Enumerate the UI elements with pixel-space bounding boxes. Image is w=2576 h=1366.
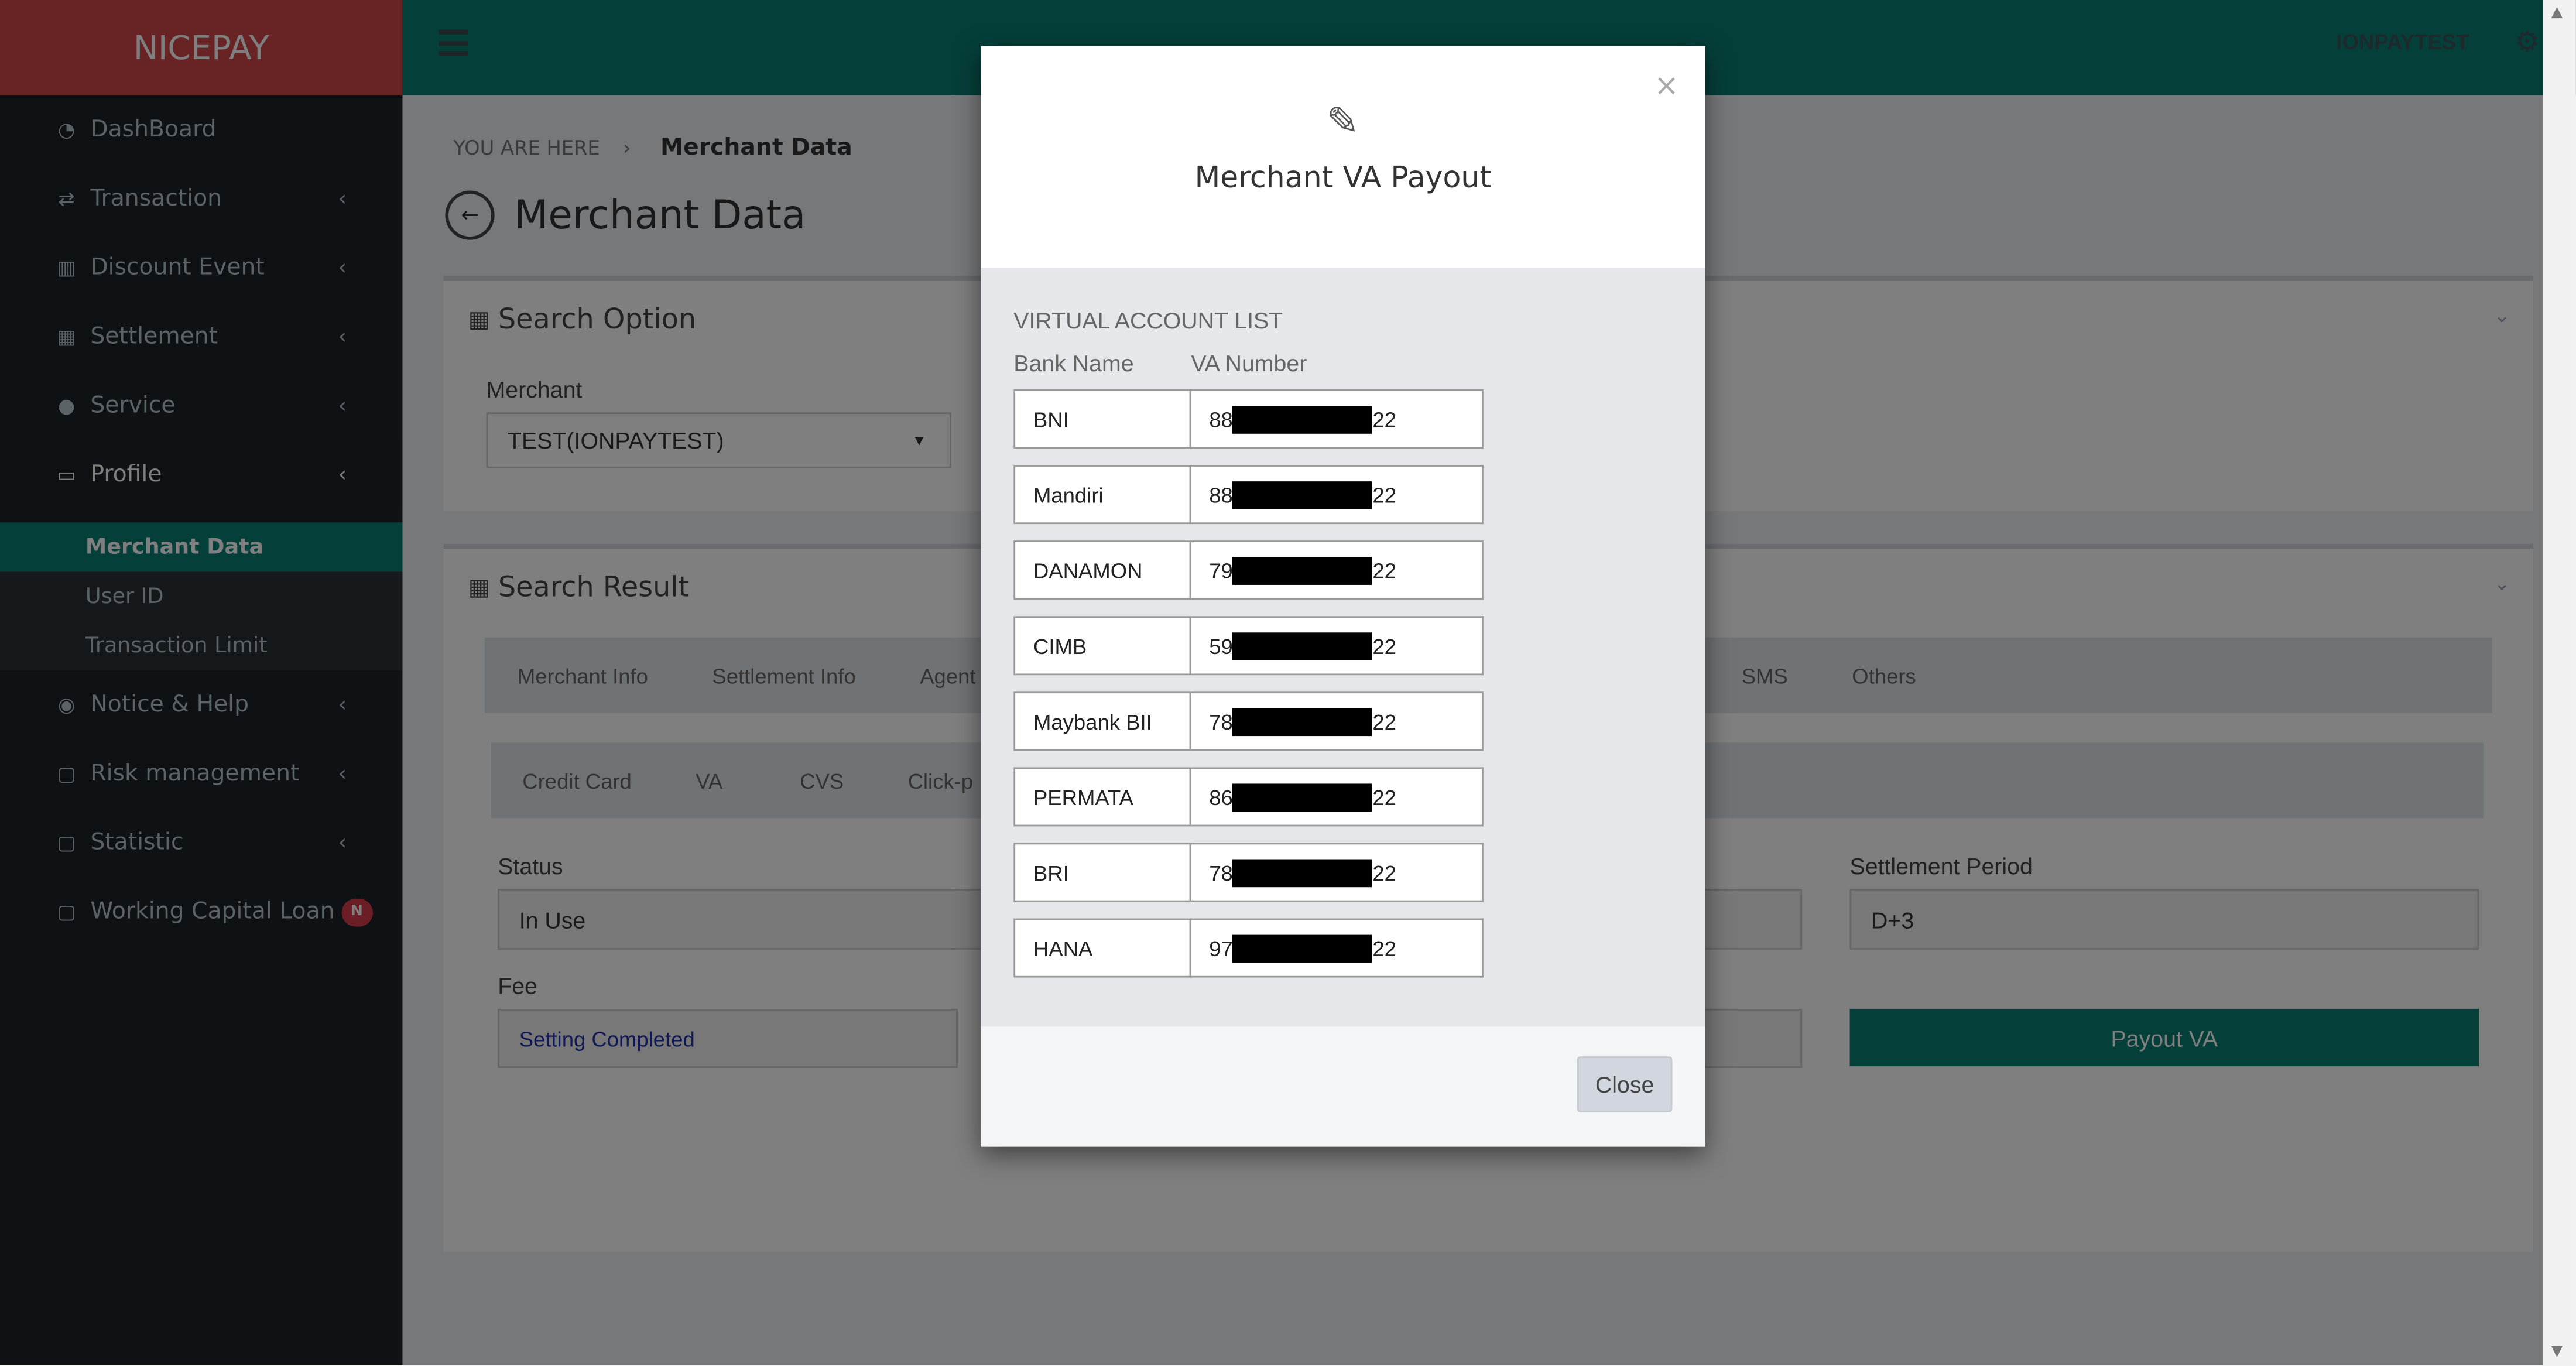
va-suffix: 22: [1372, 557, 1396, 583]
va-row: DANAMON 79 22: [1013, 540, 1484, 600]
va-row: BNI 88 22: [1013, 389, 1484, 449]
redaction-bar: [1232, 480, 1373, 509]
va-prefix: 86: [1209, 784, 1233, 809]
bank-name-cell: BNI: [1013, 389, 1191, 449]
bank-name-cell: HANA: [1013, 918, 1191, 978]
va-row: Maybank BII 78 22: [1013, 691, 1484, 751]
scroll-down-arrow-icon[interactable]: ▼: [2551, 1344, 2563, 1360]
va-row: PERMATA 86 22: [1013, 767, 1484, 827]
redaction-bar: [1232, 631, 1373, 660]
va-prefix: 59: [1209, 633, 1233, 658]
redaction-bar: [1232, 783, 1373, 811]
va-number-header: VA Number: [1191, 350, 1307, 376]
va-row: HANA 97 22: [1013, 918, 1484, 978]
va-prefix: 78: [1209, 860, 1233, 885]
bank-name-cell: PERMATA: [1013, 767, 1191, 827]
va-prefix: 78: [1209, 708, 1233, 734]
va-payout-modal: × ✎ Merchant VA Payout VIRTUAL ACCOUNT L…: [981, 46, 1705, 1147]
va-prefix: 88: [1209, 482, 1233, 507]
modal-body: VIRTUAL ACCOUNT LIST Bank Name VA Number…: [981, 268, 1705, 1027]
redaction-bar: [1232, 707, 1373, 735]
va-row: BRI 78 22: [1013, 843, 1484, 902]
modal-footer: Close: [981, 1026, 1705, 1147]
va-number-cell: 88 22: [1191, 389, 1484, 449]
va-list-title: VIRTUAL ACCOUNT LIST: [1013, 307, 1283, 334]
app-root: NICEPAY ◔ DashBoard ⇄ Transaction ‹ ▥ Di…: [0, 0, 2576, 1365]
bank-name-header: Bank Name: [1013, 350, 1134, 376]
va-number-cell: 78 22: [1191, 691, 1484, 751]
pencil-icon: ✎: [1326, 98, 1360, 145]
va-prefix: 88: [1209, 406, 1233, 432]
va-suffix: 22: [1372, 784, 1396, 809]
va-suffix: 22: [1372, 860, 1396, 885]
va-suffix: 22: [1372, 633, 1396, 658]
scrollbar[interactable]: ▲ ▼: [2543, 0, 2576, 1365]
scroll-up-arrow-icon[interactable]: ▲: [2551, 5, 2563, 21]
modal-title: Merchant VA Payout: [1194, 160, 1492, 196]
va-number-cell: 78 22: [1191, 843, 1484, 902]
va-number-cell: 97 22: [1191, 918, 1484, 978]
va-suffix: 22: [1372, 482, 1396, 507]
va-prefix: 79: [1209, 557, 1233, 583]
va-number-cell: 79 22: [1191, 540, 1484, 600]
bank-name-cell: DANAMON: [1013, 540, 1191, 600]
va-number-cell: 59 22: [1191, 616, 1484, 676]
bank-name-cell: CIMB: [1013, 616, 1191, 676]
close-button[interactable]: Close: [1577, 1056, 1673, 1112]
bank-name-cell: Mandiri: [1013, 465, 1191, 525]
va-row: Mandiri 88 22: [1013, 465, 1484, 525]
bank-name-cell: BRI: [1013, 843, 1191, 902]
bank-name-cell: Maybank BII: [1013, 691, 1191, 751]
va-number-cell: 88 22: [1191, 465, 1484, 525]
redaction-bar: [1232, 858, 1373, 886]
va-row: CIMB 59 22: [1013, 616, 1484, 676]
va-number-cell: 86 22: [1191, 767, 1484, 827]
modal-header: × ✎ Merchant VA Payout: [981, 46, 1705, 268]
redaction-bar: [1232, 934, 1373, 962]
va-suffix: 22: [1372, 406, 1396, 432]
redaction-bar: [1232, 556, 1373, 584]
va-suffix: 22: [1372, 936, 1396, 961]
va-suffix: 22: [1372, 708, 1396, 734]
va-prefix: 97: [1209, 936, 1233, 961]
redaction-bar: [1232, 405, 1373, 433]
